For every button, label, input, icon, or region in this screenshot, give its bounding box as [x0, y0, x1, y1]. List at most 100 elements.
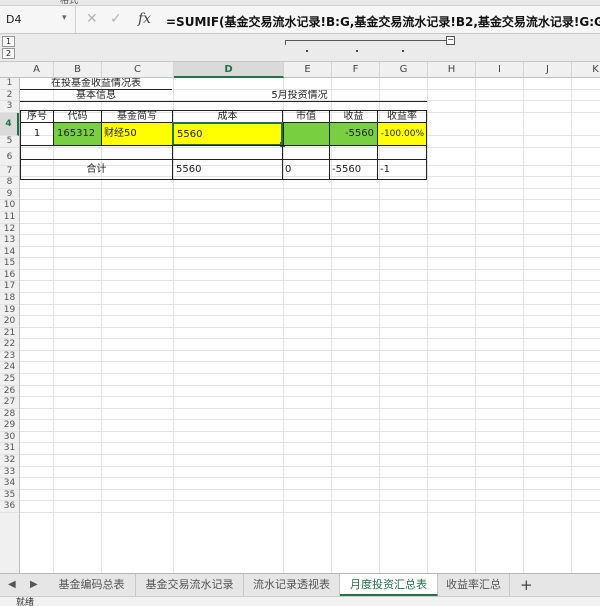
- row-header-26[interactable]: 26: [0, 386, 19, 398]
- row-header-5[interactable]: 5: [0, 136, 19, 148]
- row-header-32[interactable]: 32: [0, 455, 19, 467]
- row-header-21[interactable]: 21: [0, 328, 19, 340]
- cell-fund-name[interactable]: 财经50: [101, 122, 173, 146]
- row-header-36[interactable]: 36: [0, 501, 19, 513]
- confirm-icon[interactable]: ✓: [110, 11, 122, 27]
- formula-bar: D4 ▾ ✕ ✓ fx =SUMIF(基金交易流水记录!B:G,基金交易流水记录…: [0, 6, 600, 34]
- grid-line: [571, 78, 572, 573]
- row-header-8[interactable]: 8: [0, 177, 19, 189]
- column-header-k[interactable]: K: [572, 62, 600, 78]
- row-header-15[interactable]: 15: [0, 258, 19, 270]
- row-header-10[interactable]: 10: [0, 200, 19, 213]
- cell-code[interactable]: 165312: [53, 122, 102, 146]
- column-header-d[interactable]: D: [174, 62, 284, 78]
- row-header-13[interactable]: 13: [0, 235, 19, 247]
- formula-input[interactable]: =SUMIF(基金交易流水记录!B:G,基金交易流水记录!B2,基金交易流水记录…: [166, 13, 600, 30]
- sheet-tab[interactable]: 收益率汇总: [438, 574, 510, 596]
- cancel-icon[interactable]: ✕: [86, 11, 98, 27]
- column-header-f[interactable]: F: [332, 62, 380, 78]
- row-header-12[interactable]: 12: [0, 224, 19, 236]
- outline-group-bracket: [285, 40, 450, 45]
- grid-line: [20, 419, 600, 421]
- row-header-16[interactable]: 16: [0, 270, 19, 282]
- column-header-e[interactable]: E: [284, 62, 332, 78]
- outline-level-2-button[interactable]: 2: [2, 48, 15, 59]
- row-header-11[interactable]: 11: [0, 212, 19, 224]
- grid-line: [20, 211, 600, 213]
- column-header-h[interactable]: H: [428, 62, 476, 78]
- row-header-3[interactable]: 3: [0, 101, 19, 113]
- row-header-19[interactable]: 19: [0, 305, 19, 317]
- empty-row-cell[interactable]: [172, 145, 283, 160]
- total-rate[interactable]: -1: [377, 159, 427, 180]
- sheet-tab[interactable]: 基金交易流水记录: [136, 574, 244, 596]
- grid-line: [20, 280, 600, 282]
- cell-rate[interactable]: -100.00%: [377, 122, 427, 146]
- row-header-9[interactable]: 9: [0, 189, 19, 201]
- column-header-g[interactable]: G: [380, 62, 428, 78]
- empty-row-cell[interactable]: [282, 145, 330, 160]
- row-header-25[interactable]: 25: [0, 374, 19, 386]
- column-header-c[interactable]: C: [102, 62, 174, 78]
- table-title[interactable]: 在投基金收益情况表: [20, 78, 172, 90]
- row-header-14[interactable]: 14: [0, 247, 19, 259]
- fx-icon[interactable]: fx: [138, 11, 151, 27]
- row-header-33[interactable]: 33: [0, 467, 19, 479]
- outline-dot: [306, 50, 308, 52]
- scroll-left-icon[interactable]: ◀: [8, 579, 16, 590]
- spreadsheet-grid[interactable]: 在投基金收益情况表 基本信息 5月投资情况 序号 代码 基金简写 成本 市值 收…: [20, 78, 600, 573]
- cell-market-value[interactable]: [283, 122, 330, 146]
- row-header-17[interactable]: 17: [0, 281, 19, 294]
- row-header-34[interactable]: 34: [0, 478, 19, 490]
- collapse-group-button[interactable]: −: [446, 36, 455, 45]
- total-cost[interactable]: 5560: [172, 159, 283, 180]
- column-header-a[interactable]: A: [20, 62, 54, 78]
- sheet-tab[interactable]: 基金编码总表: [48, 574, 136, 596]
- column-header-j[interactable]: J: [524, 62, 572, 78]
- total-market-value[interactable]: 0: [282, 159, 330, 180]
- row-header-2[interactable]: 2: [0, 90, 19, 102]
- section-may-investment[interactable]: 5月投资情况: [172, 90, 427, 102]
- section-basic-info[interactable]: 基本信息: [20, 90, 172, 102]
- scroll-right-icon[interactable]: ▶: [30, 579, 38, 590]
- grid-line: [20, 465, 600, 467]
- column-header-i[interactable]: I: [476, 62, 524, 78]
- grid-line: [20, 361, 600, 363]
- total-label[interactable]: 合计: [20, 159, 173, 180]
- row-header-24[interactable]: 24: [0, 362, 19, 375]
- row-header-20[interactable]: 20: [0, 316, 19, 328]
- row-header-6[interactable]: 6: [0, 148, 19, 166]
- grid-line: [20, 500, 600, 502]
- row-header-35[interactable]: 35: [0, 490, 19, 502]
- row-header-18[interactable]: 18: [0, 293, 19, 305]
- empty-row-cell[interactable]: [20, 145, 173, 160]
- row-header-7[interactable]: 7: [0, 166, 19, 178]
- grid-line: [20, 199, 600, 201]
- empty-row-cell[interactable]: [377, 145, 427, 160]
- cell-seq[interactable]: 1: [20, 122, 54, 146]
- row-header-27[interactable]: 27: [0, 397, 19, 409]
- row-header-23[interactable]: 23: [0, 351, 19, 363]
- total-profit[interactable]: -5560: [329, 159, 378, 180]
- cell-profit[interactable]: -5560: [329, 122, 378, 146]
- row-header-28[interactable]: 28: [0, 409, 19, 421]
- column-header-b[interactable]: B: [54, 62, 102, 78]
- row-header-1[interactable]: 1: [0, 78, 19, 90]
- grid-line: [20, 245, 600, 247]
- chevron-down-icon[interactable]: ▾: [62, 13, 67, 23]
- grid-line: [20, 349, 600, 351]
- status-bar: 就绪: [0, 596, 600, 606]
- add-sheet-button[interactable]: +: [520, 576, 533, 594]
- sheet-tab[interactable]: 流水记录透视表: [244, 574, 340, 596]
- row-header-30[interactable]: 30: [0, 432, 19, 444]
- row-header-31[interactable]: 31: [0, 443, 19, 456]
- row-header-22[interactable]: 22: [0, 339, 19, 351]
- row-header-29[interactable]: 29: [0, 420, 19, 432]
- sheet-tab[interactable]: 月度投资汇总表: [340, 574, 438, 596]
- row-header-4[interactable]: 4: [0, 112, 19, 137]
- grid-line: [20, 234, 600, 236]
- empty-row-cell[interactable]: [329, 145, 378, 160]
- cell-cost-selected[interactable]: 5560: [172, 122, 283, 146]
- grid-line: [20, 454, 600, 456]
- outline-level-1-button[interactable]: 1: [2, 36, 15, 47]
